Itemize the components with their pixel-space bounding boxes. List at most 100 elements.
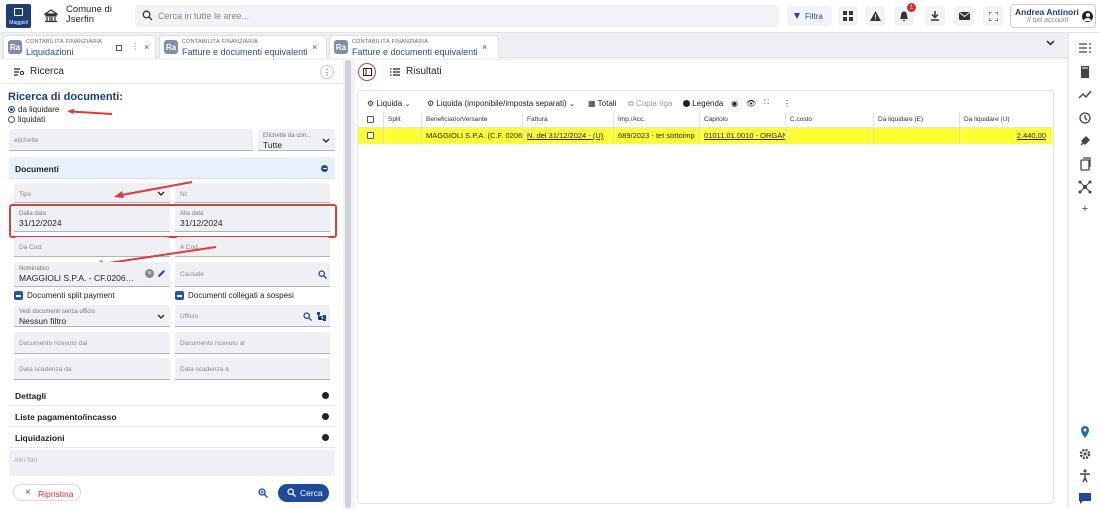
book-icon[interactable] xyxy=(1078,65,1092,79)
filter-list-icon xyxy=(14,68,24,76)
scadenza-a-field[interactable]: Data scadenza a xyxy=(175,358,330,380)
list-icon xyxy=(390,68,400,76)
more-vert-icon[interactable]: ⋮ xyxy=(783,99,791,108)
fullscreen-icon[interactable] xyxy=(983,6,1003,26)
column-header[interactable]: Beneficiario/Versante xyxy=(422,113,523,127)
ripristina-button[interactable]: × Ripristina xyxy=(13,484,81,501)
plug-icon[interactable] xyxy=(1078,134,1092,148)
global-search-bar[interactable]: Cerca in tutte le aree... xyxy=(135,5,779,27)
location-pin-icon[interactable] xyxy=(1078,425,1092,439)
select-all-checkbox[interactable] xyxy=(358,113,384,127)
clear-icon[interactable]: × xyxy=(145,269,154,278)
search-panel-header: Ricerca ⋮ xyxy=(0,60,343,84)
user-sub: Il tuo account xyxy=(1027,17,1069,24)
close-icon[interactable]: × xyxy=(144,42,149,52)
logo-mark-icon xyxy=(14,8,23,16)
filter-button[interactable]: Filtra xyxy=(787,6,832,26)
cerca-button[interactable]: Cerca xyxy=(278,484,329,502)
column-header[interactable]: Da liquidare (E) xyxy=(874,113,960,127)
user-name: Andrea Antinori xyxy=(1015,7,1079,17)
etichette-field[interactable]: etichette xyxy=(9,129,253,151)
table-header-row: Split Beneficiario/Versante Fattura Imp.… xyxy=(358,113,1052,128)
municipality-icon xyxy=(44,9,58,23)
chat-icon[interactable] xyxy=(1078,491,1092,505)
search-input[interactable]: Cerca in tutte le aree... xyxy=(158,11,249,21)
nominativo-field[interactable]: Nominativo MAGGIOLI S.P.A. - CF.02066400… xyxy=(14,262,170,287)
list-settings-icon[interactable] xyxy=(1078,41,1092,55)
chevron-down-icon[interactable] xyxy=(1046,40,1055,46)
causale-field[interactable]: Causale xyxy=(175,262,330,287)
ufficio-field[interactable]: Ufficio xyxy=(175,305,330,327)
row-checkbox[interactable] xyxy=(358,128,384,144)
search-icon[interactable] xyxy=(303,312,312,321)
annotation-arrow xyxy=(112,180,194,200)
close-icon[interactable]: × xyxy=(312,42,317,52)
cell-fattura-link[interactable]: N. del 31/12/2024 - (U) xyxy=(523,128,614,144)
column-header[interactable]: Split xyxy=(384,113,422,127)
liquida-button[interactable]: ⚙ Liquida ⌄ xyxy=(367,99,410,108)
close-icon: × xyxy=(25,487,31,498)
grid-apps-icon[interactable] xyxy=(838,6,858,26)
warning-icon[interactable] xyxy=(865,6,885,26)
results-box xyxy=(357,90,1054,504)
split-payment-checkbox[interactable] xyxy=(14,291,23,300)
expand-icon xyxy=(322,413,329,420)
user-account-button[interactable]: Andrea Antinori Il tuo account xyxy=(1010,4,1096,28)
cell-beneficiario: MAGGIOLI S.P.A. (C.F. 02066 xyxy=(422,128,523,144)
maggioli-logo[interactable]: Maggioli xyxy=(6,4,31,28)
panel-scrollbar[interactable] xyxy=(345,60,351,508)
nr-field[interactable]: Nr. xyxy=(175,183,330,203)
column-header[interactable]: Da liquidare (U) xyxy=(960,113,1052,127)
right-rail: + xyxy=(1068,33,1100,509)
column-header[interactable]: Capitolo xyxy=(700,113,786,127)
toggle-sidebar-button[interactable] xyxy=(358,63,376,81)
copy-icon[interactable] xyxy=(1078,157,1092,171)
mail-icon[interactable] xyxy=(954,6,974,26)
hierarchy-icon[interactable] xyxy=(317,312,326,321)
plus-icon[interactable]: + xyxy=(1078,202,1092,216)
pin-icon[interactable] xyxy=(116,45,122,51)
user-avatar-icon xyxy=(1082,11,1093,22)
liste-section-header[interactable]: Liste pagamento/incasso xyxy=(9,406,335,427)
search-icon[interactable] xyxy=(318,270,327,279)
dalla-data-field[interactable]: Dalla data 31/12/2024 xyxy=(14,207,170,232)
column-header[interactable]: Imp./Acc. xyxy=(614,113,700,127)
history-icon[interactable] xyxy=(1078,111,1092,125)
gear-icon[interactable] xyxy=(1078,447,1092,461)
alla-data-field[interactable]: Alla data 31/12/2024 xyxy=(175,207,330,232)
trend-icon[interactable] xyxy=(1078,88,1092,102)
tab-fatture-1[interactable]: Ra CONTABILITÀ FINANZIARIA Fatture e doc… xyxy=(159,35,327,58)
scadenza-da-field[interactable]: Data scadenza da xyxy=(14,358,170,380)
vedi-documenti-select[interactable]: Vedi documenti senza ufficio Nessun filt… xyxy=(14,305,170,327)
liquida-imponibile-button[interactable]: ⚙ Liquida (imponibile/imposta separati) … xyxy=(427,99,575,108)
ricevuto-dal-field[interactable]: Documento ricevuto dal xyxy=(14,332,170,354)
tab-liquidazioni[interactable]: Ra CONTABILITÀ FINANZIARIA Liquidazioni … xyxy=(3,35,156,58)
copia-riga-button[interactable]: ⧉ Copia riga xyxy=(628,99,672,109)
more-vert-icon[interactable]: ⋮ xyxy=(131,42,139,51)
totali-button[interactable]: ▦ Totali xyxy=(588,99,616,108)
tab-fatture-2[interactable]: Ra CONTABILITÀ FINANZIARIA Fatture e doc… xyxy=(329,35,499,58)
liquidazioni-section-header[interactable]: Liquidazioni xyxy=(9,427,335,448)
legenda-button[interactable]: Legenda xyxy=(683,99,723,108)
edit-pencil-icon[interactable] xyxy=(157,269,166,278)
split-payment-label: Documenti split payment xyxy=(27,291,115,300)
palette-icon[interactable]: ◉ xyxy=(731,99,738,108)
network-icon[interactable] xyxy=(1078,180,1092,194)
accessibility-icon[interactable] xyxy=(1078,469,1092,483)
expand-icon[interactable]: ⛶ xyxy=(764,99,769,107)
documenti-section-header[interactable]: Documenti xyxy=(9,157,335,179)
column-header[interactable]: C.costo xyxy=(786,113,874,127)
altri-filtri-area[interactable]: Altri filtri xyxy=(9,450,335,476)
close-icon[interactable]: × xyxy=(482,42,487,52)
eye-icon[interactable]: 👁 xyxy=(746,99,756,108)
cell-capitolo-link[interactable]: 01011.01.0010 - ORGAN xyxy=(700,128,786,144)
cell-da-liquidare-u[interactable]: 2.440,00 xyxy=(960,128,1052,144)
more-vert-icon[interactable]: ⋮ xyxy=(320,65,334,79)
dettagli-section-header[interactable]: Dettagli xyxy=(9,385,335,406)
zoom-search-icon[interactable] xyxy=(258,488,268,498)
ricevuto-al-field[interactable]: Documento ricevuto al xyxy=(175,332,330,354)
collegati-sospesi-checkbox[interactable] xyxy=(175,291,184,300)
etichette-con-select[interactable]: Etichette da con... Tutte xyxy=(258,129,335,151)
column-header[interactable]: Fattura xyxy=(523,113,614,127)
download-icon[interactable] xyxy=(925,6,945,26)
